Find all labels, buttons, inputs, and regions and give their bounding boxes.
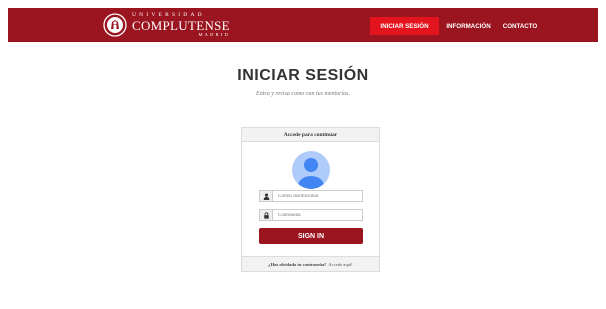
sign-in-button[interactable]: SIGN IN bbox=[259, 228, 363, 244]
university-seal-icon bbox=[103, 13, 127, 37]
logo-line-madrid: MADRID bbox=[198, 32, 230, 37]
nav-iniciar-sesion[interactable]: INICIAR SESIÓN bbox=[370, 17, 439, 35]
logo-wordmark: UNIVERSIDAD COMPLUTENSE MADRID bbox=[132, 12, 230, 38]
forgot-password-text: ¿Has olvidado tu contraseña? bbox=[268, 261, 327, 267]
page-subtitle: Entra y revisa como van tus mentorías. bbox=[256, 91, 350, 97]
email-field-group bbox=[259, 190, 363, 202]
avatar-icon bbox=[292, 151, 330, 189]
university-logo[interactable]: UNIVERSIDAD COMPLUTENSE MADRID bbox=[103, 11, 230, 39]
password-input[interactable] bbox=[273, 209, 363, 221]
forgot-password-footer: ¿Has olvidado tu contraseña? Accede aquí… bbox=[242, 256, 379, 271]
forgot-password-link[interactable]: Accede aquí! bbox=[328, 262, 352, 267]
user-icon bbox=[259, 190, 273, 202]
lock-icon bbox=[259, 209, 273, 221]
top-navbar: UNIVERSIDAD COMPLUTENSE MADRID INICIAR S… bbox=[8, 8, 598, 42]
nav-contacto[interactable]: CONTACTO bbox=[497, 17, 543, 35]
login-card: Accede para continuar SIGN IN ¿Has olvid bbox=[241, 127, 380, 272]
email-input[interactable] bbox=[273, 190, 363, 202]
password-field-group bbox=[259, 209, 363, 221]
logo-line-complutense: COMPLUTENSE bbox=[132, 18, 230, 33]
nav-informacion[interactable]: INFORMACIÓN bbox=[441, 17, 496, 35]
login-card-header: Accede para continuar bbox=[242, 128, 379, 142]
page-title: INICIAR SESIÓN bbox=[237, 67, 369, 84]
